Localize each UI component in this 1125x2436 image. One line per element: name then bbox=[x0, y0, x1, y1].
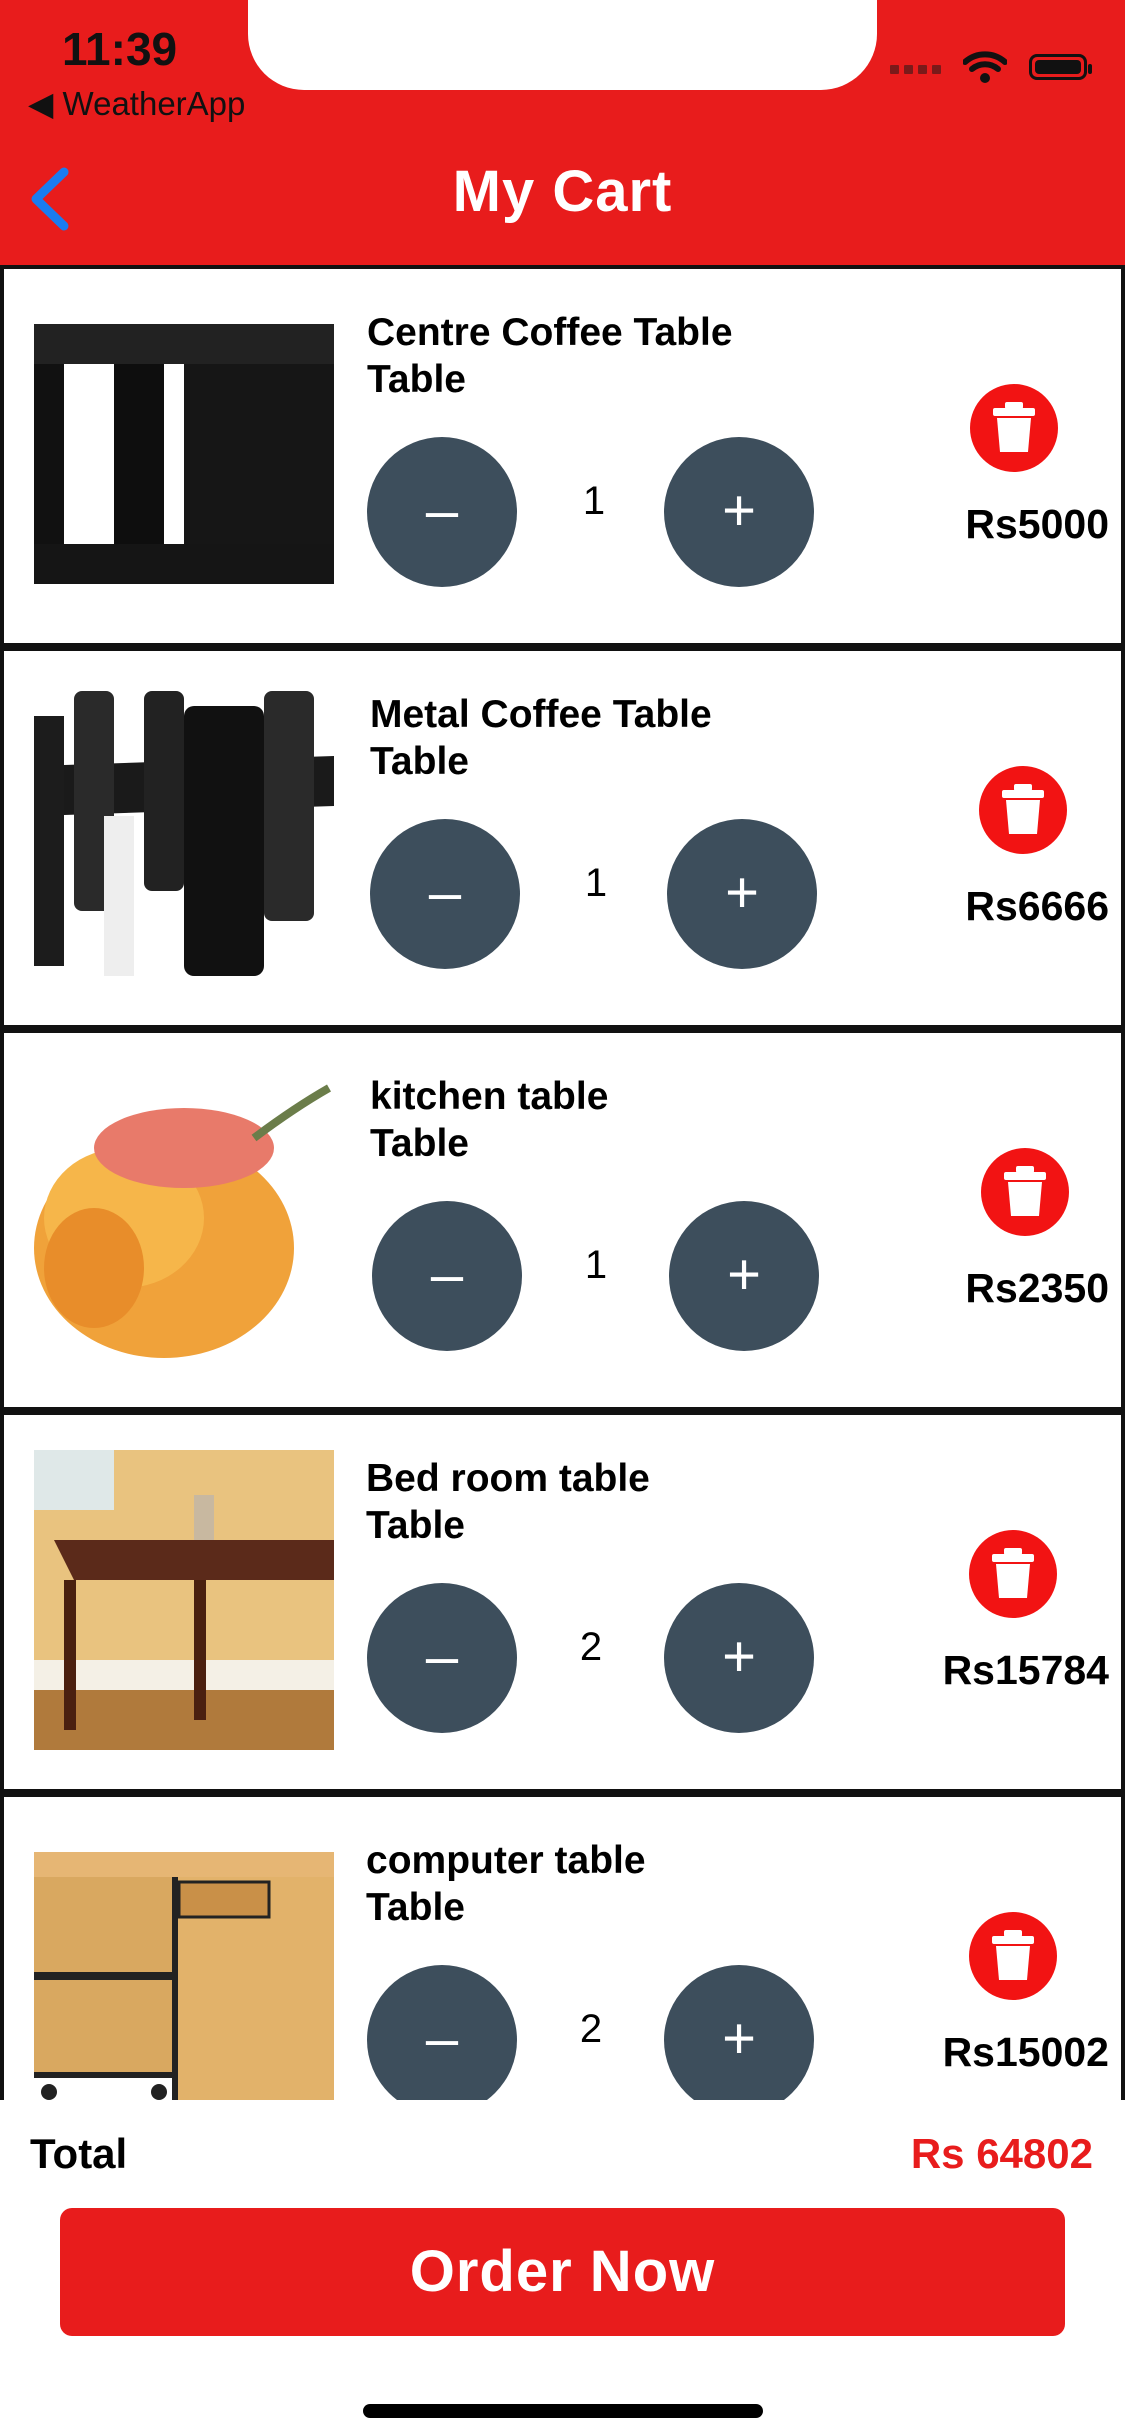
product-category: Table bbox=[370, 1122, 469, 1165]
product-image bbox=[34, 304, 334, 604]
product-title: Metal Coffee Table Table bbox=[370, 691, 712, 785]
product-image bbox=[34, 1068, 334, 1368]
product-title: kitchen table Table bbox=[370, 1073, 608, 1167]
item-price: Rs15784 bbox=[942, 1647, 1109, 1693]
item-price: Rs2350 bbox=[965, 1265, 1109, 1311]
cart-list[interactable]: Centre Coffee Table Table – 1 + Rs5000 M… bbox=[0, 265, 1125, 2100]
cart-footer: Total Rs 64802 Order Now bbox=[0, 2100, 1125, 2436]
trash-icon bbox=[1004, 1166, 1046, 1216]
quantity-value: 2 bbox=[579, 1625, 603, 1669]
delete-item-button[interactable] bbox=[969, 1530, 1057, 1618]
product-category: Table bbox=[366, 1886, 465, 1929]
cart-item: computer table Table – 2 + Rs15002 bbox=[0, 1793, 1125, 2100]
delete-item-button[interactable] bbox=[981, 1148, 1069, 1236]
device-notch bbox=[248, 0, 877, 90]
trash-icon bbox=[1002, 784, 1044, 834]
product-title: computer table Table bbox=[366, 1837, 646, 1931]
delete-item-button[interactable] bbox=[979, 766, 1067, 854]
item-price: Rs5000 bbox=[965, 501, 1109, 547]
quantity-value: 2 bbox=[579, 2007, 603, 2051]
cart-item: Centre Coffee Table Table – 1 + Rs5000 bbox=[0, 265, 1125, 647]
product-category: Table bbox=[366, 1504, 465, 1547]
product-image bbox=[34, 1832, 334, 2100]
increase-quantity-button[interactable]: + bbox=[664, 437, 814, 587]
product-category: Table bbox=[370, 740, 469, 783]
delete-item-button[interactable] bbox=[970, 384, 1058, 472]
page-title: My Cart bbox=[452, 159, 673, 224]
decrease-quantity-button[interactable]: – bbox=[367, 1583, 517, 1733]
product-name: Bed room table bbox=[366, 1457, 650, 1500]
product-name: kitchen table bbox=[370, 1075, 609, 1118]
product-name: computer table bbox=[366, 1839, 646, 1882]
trash-icon bbox=[992, 1548, 1034, 1598]
cart-item: Bed room table Table – 2 + Rs15784 bbox=[0, 1411, 1125, 1793]
battery-icon bbox=[1029, 54, 1092, 80]
increase-quantity-button[interactable]: + bbox=[664, 1583, 814, 1733]
status-time: 11:39 bbox=[62, 23, 178, 75]
product-image bbox=[34, 1450, 334, 1750]
item-price: Rs6666 bbox=[965, 883, 1109, 929]
nav-header: 11:39 ◀ WeatherApp My Cart bbox=[0, 0, 1125, 265]
increase-quantity-button[interactable]: + bbox=[664, 1965, 814, 2100]
back-to-app-link[interactable]: ◀ WeatherApp bbox=[28, 84, 245, 123]
status-icons bbox=[890, 50, 1092, 84]
product-image bbox=[34, 686, 334, 986]
cellular-signal-icon bbox=[890, 60, 941, 74]
product-name: Centre Coffee Table bbox=[367, 311, 733, 354]
item-price: Rs15002 bbox=[942, 2029, 1109, 2075]
trash-icon bbox=[992, 1930, 1034, 1980]
quantity-value: 1 bbox=[584, 861, 608, 905]
total-value: Rs 64802 bbox=[910, 2130, 1093, 2177]
product-name: Metal Coffee Table bbox=[370, 693, 712, 736]
decrease-quantity-button[interactable]: – bbox=[372, 1201, 522, 1351]
quantity-value: 1 bbox=[584, 1243, 608, 1287]
quantity-value: 1 bbox=[582, 479, 606, 523]
wifi-icon bbox=[963, 51, 1007, 83]
decrease-quantity-button[interactable]: – bbox=[367, 437, 517, 587]
order-now-button[interactable]: Order Now bbox=[60, 2208, 1065, 2336]
cart-item: Metal Coffee Table Table – 1 + Rs6666 bbox=[0, 647, 1125, 1029]
product-title: Bed room table Table bbox=[366, 1455, 650, 1549]
home-indicator[interactable] bbox=[363, 2404, 763, 2418]
delete-item-button[interactable] bbox=[969, 1912, 1057, 2000]
decrease-quantity-button[interactable]: – bbox=[367, 1965, 517, 2100]
trash-icon bbox=[993, 402, 1035, 452]
increase-quantity-button[interactable]: + bbox=[669, 1201, 819, 1351]
decrease-quantity-button[interactable]: – bbox=[370, 819, 520, 969]
product-category: Table bbox=[367, 358, 466, 401]
cart-item: kitchen table Table – 1 + Rs2350 bbox=[0, 1029, 1125, 1411]
product-title: Centre Coffee Table Table bbox=[367, 309, 733, 403]
total-label: Total bbox=[30, 2130, 128, 2177]
increase-quantity-button[interactable]: + bbox=[667, 819, 817, 969]
